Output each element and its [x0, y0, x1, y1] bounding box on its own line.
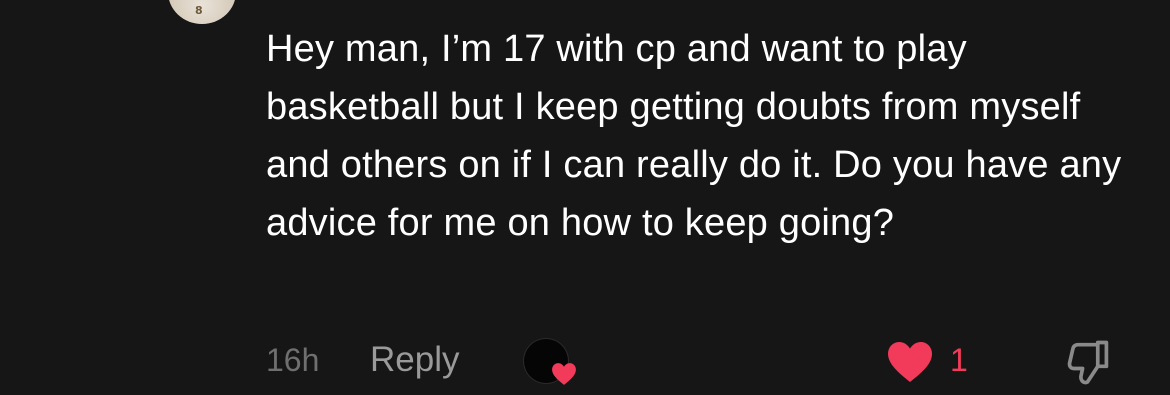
reply-button[interactable]: Reply [370, 340, 459, 380]
jersey-number: 8 [195, 4, 203, 17]
comment-text: Hey man, I’m 17 with cp and want to play… [266, 28, 1122, 244]
like-count: 1 [950, 342, 968, 378]
mini-heart-icon [552, 363, 576, 385]
comment-timestamp: 16h [266, 342, 320, 378]
commenter-avatar[interactable]: 8 [168, 0, 236, 24]
comment-actions: 16h Reply 1 [0, 330, 1170, 390]
creator-liked-badge [520, 335, 580, 395]
thumbs-down-icon[interactable] [1062, 336, 1114, 388]
like-heart-icon[interactable] [885, 340, 935, 384]
